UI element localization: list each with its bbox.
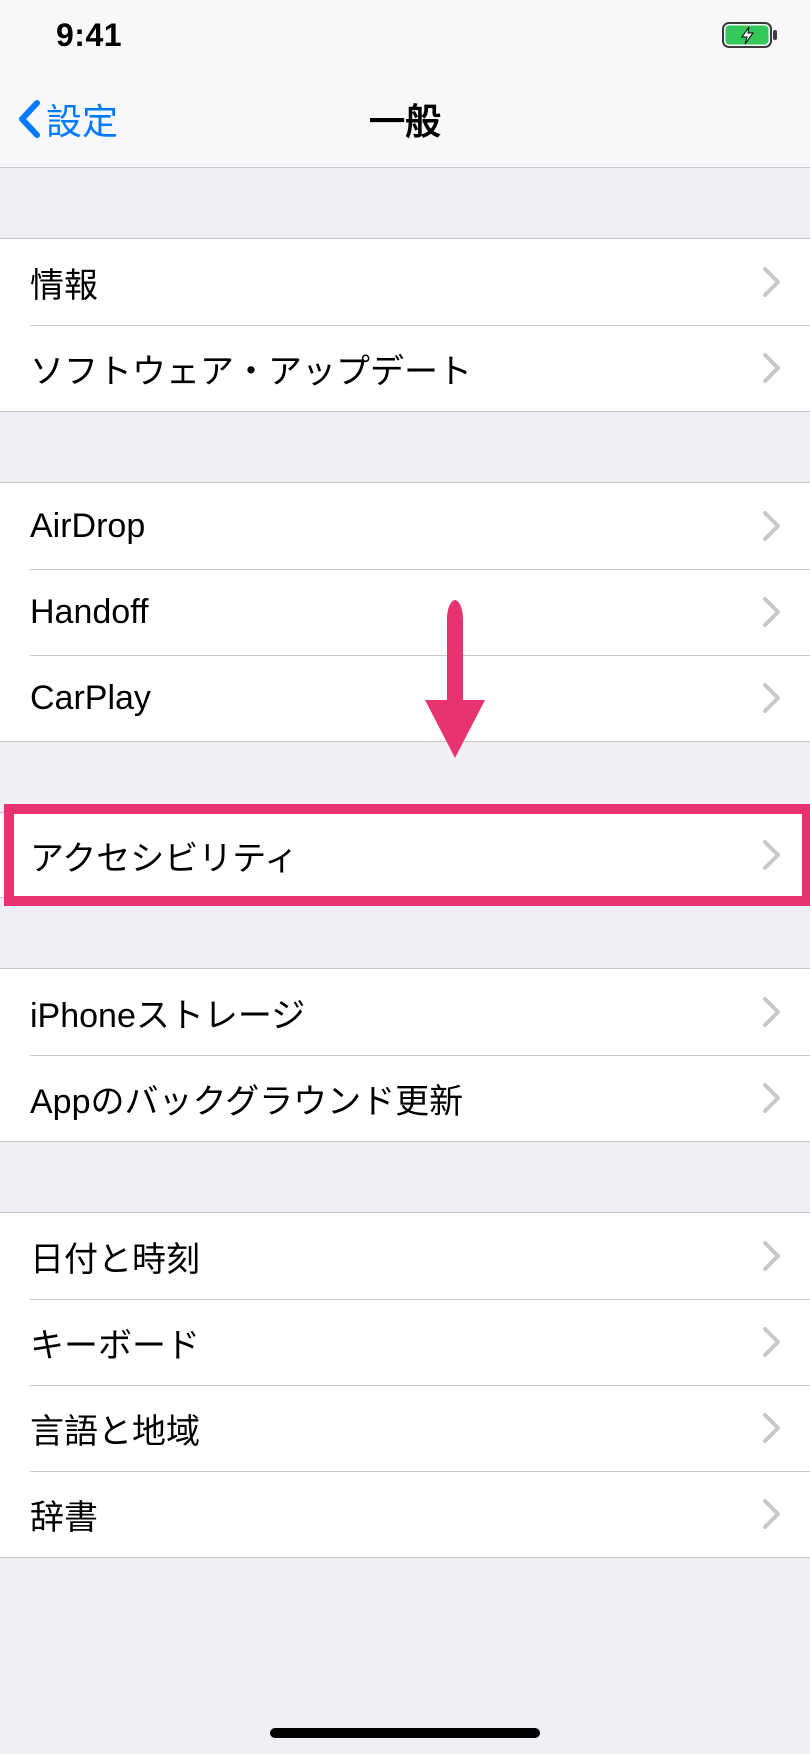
- chevron-right-icon: [763, 597, 780, 627]
- cell-label: アクセシビリティ: [30, 831, 743, 880]
- list-group-2: AirDrop Handoff CarPlay: [0, 482, 810, 742]
- back-button[interactable]: 設定: [18, 93, 118, 145]
- chevron-right-icon: [763, 1241, 780, 1271]
- cell-label: iPhoneストレージ: [30, 988, 743, 1037]
- cell-label: Handoff: [30, 593, 743, 632]
- cell-label: 言語と地域: [30, 1404, 743, 1453]
- cell-handoff[interactable]: Handoff: [0, 569, 810, 655]
- list-group-5: 日付と時刻 キーボード 言語と地域 辞書: [0, 1212, 810, 1558]
- chevron-right-icon: [763, 997, 780, 1027]
- cell-label: 情報: [30, 258, 743, 307]
- group-spacer: [0, 168, 810, 238]
- cell-label: ソフトウェア・アップデート: [30, 344, 743, 393]
- cell-label: AirDrop: [30, 507, 743, 546]
- cell-background-app-refresh[interactable]: Appのバックグラウンド更新: [0, 1055, 810, 1141]
- group-spacer: [0, 412, 810, 482]
- chevron-right-icon: [763, 683, 780, 713]
- chevron-right-icon: [763, 1499, 780, 1529]
- cell-label: Appのバックグラウンド更新: [30, 1074, 743, 1123]
- cell-airdrop[interactable]: AirDrop: [0, 483, 810, 569]
- chevron-left-icon: [18, 100, 40, 138]
- cell-label: キーボード: [30, 1318, 743, 1367]
- cell-software-update[interactable]: ソフトウェア・アップデート: [0, 325, 810, 411]
- cell-keyboard[interactable]: キーボード: [0, 1299, 810, 1385]
- nav-bar: 設定 一般: [0, 70, 810, 168]
- group-spacer: [0, 1142, 810, 1212]
- group-spacer: [0, 742, 810, 812]
- page-title: 一般: [0, 93, 810, 145]
- chevron-right-icon: [763, 840, 780, 870]
- cell-accessibility[interactable]: アクセシビリティ: [0, 812, 810, 898]
- cell-label: CarPlay: [30, 679, 743, 718]
- cell-label: 日付と時刻: [30, 1232, 743, 1281]
- cell-about[interactable]: 情報: [0, 239, 810, 325]
- cell-date-time[interactable]: 日付と時刻: [0, 1213, 810, 1299]
- cell-carplay[interactable]: CarPlay: [0, 655, 810, 741]
- chevron-right-icon: [763, 511, 780, 541]
- cell-language-region[interactable]: 言語と地域: [0, 1385, 810, 1471]
- cell-label: 辞書: [30, 1490, 743, 1539]
- chevron-right-icon: [763, 1083, 780, 1113]
- list-group-3: アクセシビリティ: [0, 812, 810, 898]
- group-spacer: [0, 898, 810, 968]
- battery-charging-icon: [722, 22, 778, 48]
- chevron-right-icon: [763, 267, 780, 297]
- home-indicator[interactable]: [270, 1728, 540, 1738]
- chevron-right-icon: [763, 353, 780, 383]
- cell-iphone-storage[interactable]: iPhoneストレージ: [0, 969, 810, 1055]
- chevron-right-icon: [763, 1327, 780, 1357]
- list-group-1: 情報 ソフトウェア・アップデート: [0, 238, 810, 412]
- back-label: 設定: [46, 93, 118, 145]
- chevron-right-icon: [763, 1413, 780, 1443]
- status-time: 9:41: [56, 17, 122, 54]
- list-group-4: iPhoneストレージ Appのバックグラウンド更新: [0, 968, 810, 1142]
- cell-dictionary[interactable]: 辞書: [0, 1471, 810, 1557]
- status-bar: 9:41: [0, 0, 810, 70]
